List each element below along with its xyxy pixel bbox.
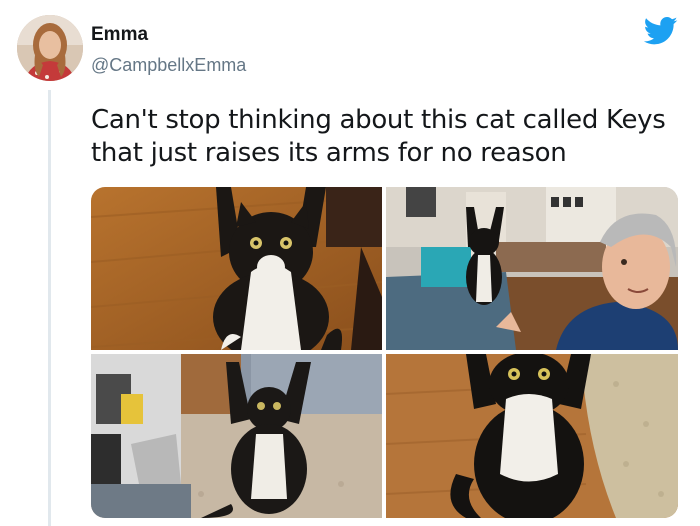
- media-photo-1[interactable]: [91, 187, 382, 350]
- tweet-text: Can't stop thinking about this cat calle…: [91, 104, 681, 170]
- tweet-text-line: Can't stop thinking about this cat calle…: [91, 105, 666, 135]
- avatar-photo: [17, 15, 83, 81]
- twitter-bird-icon[interactable]: [643, 16, 678, 46]
- avatar[interactable]: [17, 15, 83, 81]
- thread-line: [48, 90, 51, 526]
- tweet-card: Emma @CampbellxEmma Can't stop thinking …: [0, 0, 700, 526]
- media-photo-3[interactable]: [91, 354, 382, 518]
- media-grid: [91, 187, 678, 518]
- author-handle[interactable]: @CampbellxEmma: [91, 55, 246, 76]
- tweet-text-line: that just raises its arms for no reason: [91, 138, 567, 168]
- author-name[interactable]: Emma: [91, 24, 148, 46]
- media-photo-4[interactable]: [386, 354, 678, 518]
- media-photo-2[interactable]: [386, 187, 678, 350]
